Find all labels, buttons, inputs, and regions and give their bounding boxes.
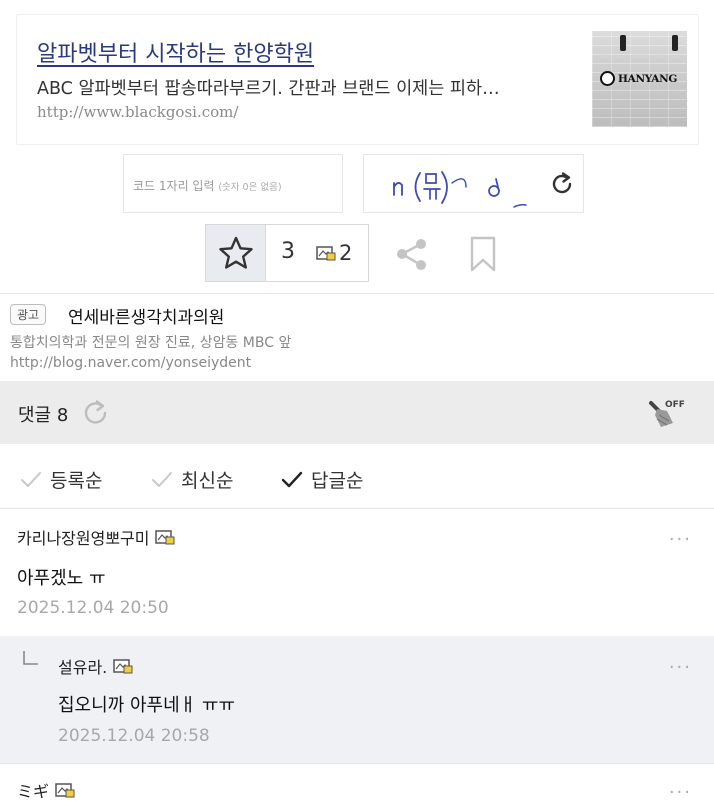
- comment-author-name: 카리나장원영뽀구미: [17, 529, 150, 548]
- member-level-icon: [155, 530, 175, 545]
- comment-sort-options: 등록순 최신순 답글순: [0, 456, 714, 502]
- member-level-icon: [55, 783, 75, 798]
- comment-author-name: 설유라.: [58, 658, 108, 677]
- ad2-url[interactable]: http://blog.naver.com/yonseiydent: [10, 355, 251, 371]
- refresh-icon: [84, 400, 107, 424]
- logo-text: HANYANG: [618, 72, 678, 85]
- sort-option-registered[interactable]: 등록순: [20, 466, 102, 493]
- captcha-placeholder-note: (숫자 0은 없음): [218, 182, 282, 193]
- comment-item: ミギ ···: [0, 764, 714, 804]
- ad2-description: 통합치의학과 전문의 원장 진료, 상암동 MBC 앞: [10, 335, 292, 351]
- comment-more-button[interactable]: ···: [669, 657, 692, 678]
- captcha-refresh-button[interactable]: [548, 170, 576, 202]
- captcha-placeholder-text: 코드 1자리 입력: [133, 179, 215, 193]
- member-level-icon: [113, 659, 133, 674]
- share-icon: [397, 239, 426, 270]
- comments-header: 댓글 8 OFF: [0, 381, 714, 444]
- ad-description: ABC 알파벳부터 팝송따라부르기. 간판과 브랜드 이제는 피하…: [37, 79, 500, 99]
- like-count: 3: [281, 239, 295, 264]
- lamp-icon: [672, 35, 678, 51]
- check-icon: [281, 471, 303, 487]
- ad-badge: 광고: [10, 304, 47, 325]
- sort-label: 답글순: [311, 470, 364, 492]
- like-button[interactable]: [206, 225, 266, 281]
- comment-author[interactable]: ミギ: [17, 778, 75, 802]
- sort-label: 등록순: [50, 470, 103, 492]
- comment-author[interactable]: 설유라.: [58, 654, 133, 678]
- captcha-image: [363, 154, 584, 213]
- reply-arrow-icon: [23, 651, 38, 665]
- ad-card[interactable]: 알파벳부터 시작하는 한양학원 ABC 알파벳부터 팝송따라부르기. 간판과 브…: [16, 14, 699, 145]
- comment-count-value: 2: [339, 241, 353, 265]
- bookmark-icon: [470, 236, 496, 272]
- post-actions: 3 2: [205, 224, 369, 282]
- ad-title-link[interactable]: 알파벳부터 시작하는 한양학원: [37, 36, 314, 68]
- ad-url[interactable]: http://www.blackgosi.com/: [37, 103, 238, 121]
- sort-label: 최신순: [181, 470, 234, 492]
- comment-date: 2025.12.04 20:58: [58, 726, 210, 746]
- bookmark-button[interactable]: [470, 236, 496, 276]
- comment-image-icon: [316, 246, 336, 261]
- comment-item: 카리나장원영뽀구미 ··· 아푸겠노 ㅠ 2025.12.04 20:50: [0, 509, 714, 636]
- text-ad[interactable]: 광고 연세바른생각치과의원 통합치의학과 전문의 원장 진료, 상암동 MBC …: [0, 296, 714, 380]
- check-icon: [21, 471, 41, 487]
- comment-body: 아푸겠노 ㅠ: [17, 568, 106, 589]
- reply-item: 설유라. ··· 집오니까 아푸네ㅐ ㅠㅠ 2025.12.04 20:58: [0, 636, 714, 763]
- comment-more-button[interactable]: ···: [669, 782, 692, 803]
- sort-option-latest[interactable]: 최신순: [151, 466, 233, 493]
- comments-refresh-button[interactable]: [81, 398, 111, 432]
- sort-option-replies[interactable]: 답글순: [281, 466, 363, 493]
- ad2-title-link[interactable]: 연세바른생각치과의원: [68, 303, 224, 328]
- lamp-icon: [620, 35, 626, 51]
- comment-count[interactable]: 2: [316, 241, 352, 265]
- star-icon: [218, 236, 253, 269]
- hanyang-logo: HANYANG: [600, 71, 677, 86]
- comment-author-name: ミギ: [17, 782, 50, 801]
- comment-author[interactable]: 카리나장원영뽀구미: [17, 525, 175, 549]
- logo-emblem-icon: [600, 71, 615, 86]
- captcha-code-input[interactable]: 코드 1자리 입력 (숫자 0은 없음): [123, 154, 343, 213]
- comment-total-label: 댓글 8: [18, 405, 69, 426]
- captcha-placeholder: 코드 1자리 입력 (숫자 0은 없음): [133, 177, 282, 194]
- ad-thumbnail-image[interactable]: HANYANG: [592, 31, 687, 127]
- refresh-icon: [552, 172, 572, 194]
- comment-more-button[interactable]: ···: [669, 529, 692, 550]
- broom-icon: OFF: [649, 400, 685, 427]
- comment-body: 집오니까 아푸네ㅐ ㅠㅠ: [58, 695, 236, 716]
- check-icon: [152, 471, 172, 487]
- clean-bot-toggle[interactable]: OFF: [647, 397, 687, 433]
- divider: [0, 293, 714, 294]
- comment-date: 2025.12.04 20:50: [17, 598, 169, 618]
- captcha-scribble-icon: [393, 171, 527, 208]
- share-button[interactable]: [394, 236, 430, 276]
- clean-badge-text: OFF: [665, 400, 685, 410]
